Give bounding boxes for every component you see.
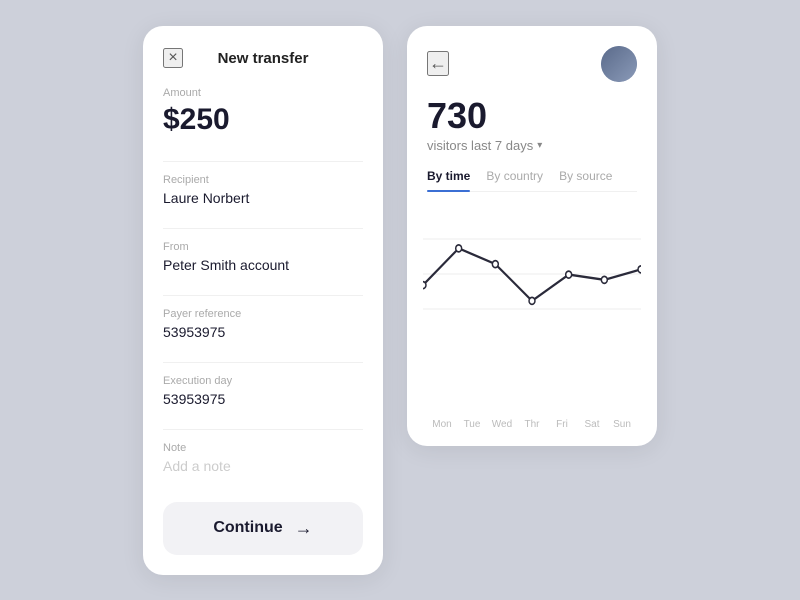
divider-5 — [163, 429, 363, 430]
amount-label: Amount — [163, 87, 363, 99]
left-card: × New transfer Amount $250 Recipient Lau… — [143, 26, 383, 575]
arrow-right-icon: → — [295, 518, 313, 539]
tab-by-country[interactable]: By country — [486, 169, 543, 191]
recipient-label: Recipient — [163, 174, 363, 186]
divider-4 — [163, 362, 363, 363]
from-group: From Peter Smith account — [163, 241, 363, 283]
x-label-sat: Sat — [577, 419, 607, 430]
amount-value: $250 — [163, 103, 363, 137]
x-label-wed: Wed — [487, 419, 517, 430]
avatar-image — [601, 46, 637, 82]
back-button[interactable]: ← — [427, 51, 449, 76]
execution-day-label: Execution day — [163, 375, 363, 387]
divider-1 — [163, 161, 363, 162]
visitor-count: 730 — [427, 98, 637, 134]
payer-ref-value: 53953975 — [163, 324, 363, 340]
chart-tabs: By time By country By source — [427, 169, 637, 192]
note-group: Note Add a note — [163, 442, 363, 484]
x-label-mon: Mon — [427, 419, 457, 430]
execution-day-group: Execution day 53953975 — [163, 375, 363, 417]
card-title: New transfer — [218, 50, 309, 67]
right-card: ← 730 visitors last 7 days ▾ By time By … — [407, 26, 657, 446]
recipient-value: Laure Norbert — [163, 190, 363, 206]
execution-day-value: 53953975 — [163, 391, 363, 407]
chevron-down-icon[interactable]: ▾ — [537, 140, 542, 151]
screen-container: × New transfer Amount $250 Recipient Lau… — [143, 26, 657, 575]
payer-ref-label: Payer reference — [163, 308, 363, 320]
x-label-thu: Thr — [517, 419, 547, 430]
tab-by-time[interactable]: By time — [427, 169, 470, 191]
continue-button-label: Continue — [213, 519, 282, 537]
card-header: × New transfer — [163, 50, 363, 67]
x-label-fri: Fri — [547, 419, 577, 430]
avatar — [601, 46, 637, 82]
x-label-tue: Tue — [457, 419, 487, 430]
recipient-group: Recipient Laure Norbert — [163, 174, 363, 216]
note-placeholder[interactable]: Add a note — [163, 458, 363, 474]
divider-3 — [163, 295, 363, 296]
from-value: Peter Smith account — [163, 257, 363, 273]
close-button[interactable]: × — [163, 48, 183, 68]
x-label-sun: Sun — [607, 419, 637, 430]
continue-button[interactable]: Continue → — [163, 502, 363, 555]
amount-group: Amount $250 — [163, 87, 363, 149]
tab-by-source[interactable]: By source — [559, 169, 612, 191]
note-label: Note — [163, 442, 363, 454]
chart-area — [423, 204, 641, 413]
x-axis: Mon Tue Wed Thr Fri Sat Sun — [427, 413, 637, 430]
divider-2 — [163, 228, 363, 229]
payer-ref-group: Payer reference 53953975 — [163, 308, 363, 350]
from-label: From — [163, 241, 363, 253]
line-chart — [423, 204, 641, 344]
visitors-label: visitors last 7 days ▾ — [427, 138, 637, 153]
right-card-header: ← — [427, 46, 637, 82]
